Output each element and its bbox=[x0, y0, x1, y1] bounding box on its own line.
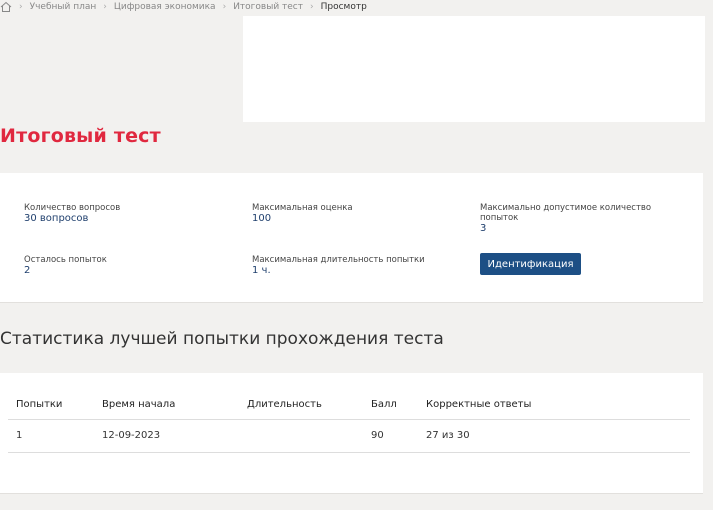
cell-score: 90 bbox=[363, 419, 418, 453]
chevron-right-icon: › bbox=[310, 2, 314, 12]
cell-attempt: 1 bbox=[8, 419, 94, 453]
info-max-score: Максимальная оценка 100 bbox=[252, 203, 353, 224]
questions-label: Количество вопросов bbox=[24, 203, 121, 213]
max-attempts-value: 3 bbox=[480, 223, 487, 234]
home-icon[interactable] bbox=[0, 1, 12, 13]
breadcrumb-item-course[interactable]: Цифровая экономика bbox=[114, 2, 216, 12]
chevron-right-icon: › bbox=[103, 2, 107, 12]
column-header-start-time: Время начала bbox=[94, 391, 239, 420]
max-duration-label: Максимальная длительность попытки bbox=[252, 255, 425, 265]
cell-start-time: 12-09-2023 bbox=[94, 419, 239, 453]
chevron-right-icon: › bbox=[19, 2, 23, 12]
breadcrumb-item-test[interactable]: Итоговый тест bbox=[233, 2, 303, 12]
attempts-left-value: 2 bbox=[24, 265, 31, 276]
info-attempts-left: Осталось попыток 2 bbox=[24, 255, 107, 276]
cell-correct: 27 из 30 bbox=[418, 419, 690, 453]
stats-section-title: Статистика лучшей попытки прохождения те… bbox=[0, 329, 444, 349]
max-score-value: 100 bbox=[252, 213, 272, 224]
stats-card: Попытки Время начала Длительность Балл К… bbox=[0, 373, 703, 494]
column-header-duration: Длительность bbox=[239, 391, 363, 420]
chevron-right-icon: › bbox=[222, 2, 227, 12]
max-duration-value: 1 ч. bbox=[252, 265, 271, 276]
table-header-row: Попытки Время начала Длительность Балл К… bbox=[8, 391, 690, 420]
stats-table: Попытки Время начала Длительность Балл К… bbox=[8, 391, 690, 453]
identification-button[interactable]: Идентификация bbox=[480, 253, 581, 275]
cell-duration bbox=[239, 419, 363, 453]
top-panel bbox=[243, 16, 705, 122]
column-header-score: Балл bbox=[363, 391, 418, 420]
info-questions: Количество вопросов 30 вопросов bbox=[24, 203, 120, 224]
max-score-label: Максимальная оценка bbox=[252, 203, 353, 213]
table-row: 1 12-09-2023 90 27 из 30 bbox=[8, 419, 690, 453]
max-attempts-label: Максимально допустимое количество попыто… bbox=[480, 203, 652, 223]
breadcrumb-item-current: Просмотр bbox=[320, 2, 367, 12]
info-max-attempts: Максимально допустимое количество попыто… bbox=[480, 203, 680, 234]
attempts-left-label: Осталось попыток bbox=[24, 255, 107, 265]
column-header-attempts: Попытки bbox=[8, 391, 94, 420]
page-title: Итоговый тест bbox=[0, 125, 161, 147]
breadcrumb-item-plan[interactable]: Учебный план bbox=[30, 2, 97, 12]
info-max-duration: Максимальная длительность попытки 1 ч. bbox=[252, 255, 425, 276]
column-header-correct: Корректные ответы bbox=[418, 391, 690, 420]
questions-value: 30 вопросов bbox=[24, 213, 89, 224]
test-info-card: Количество вопросов 30 вопросов Максимал… bbox=[0, 173, 703, 303]
breadcrumb: › Учебный план › Цифровая экономика › Ит… bbox=[0, 0, 367, 14]
